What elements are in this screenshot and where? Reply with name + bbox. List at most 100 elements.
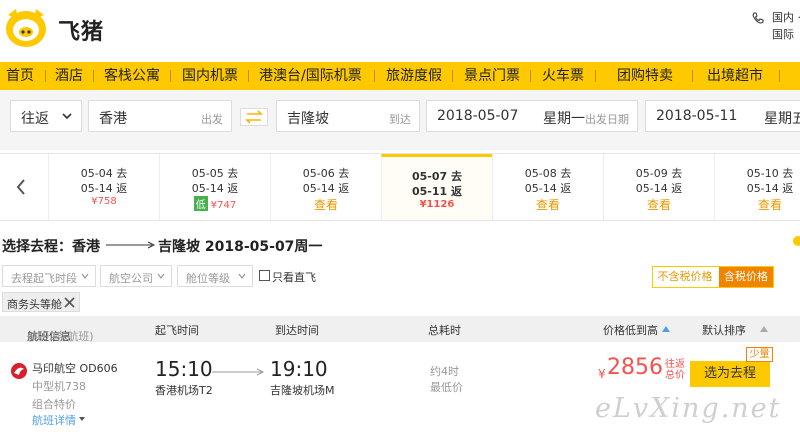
date-view-link[interactable]: 查看 [493, 196, 603, 213]
date-option[interactable]: 05-04 去 05-14 返 ¥758 [48, 154, 159, 220]
select-outbound-button[interactable]: 选为去程 [690, 361, 770, 387]
price-excl-tax-tab[interactable]: 不含税价格 [653, 267, 717, 287]
col-arrive-time[interactable]: 到达时间 [275, 322, 319, 338]
filter-airline[interactable]: 航空公司 [100, 265, 172, 287]
to-suffix: 到达 [389, 113, 411, 126]
nav-item-group-buy[interactable]: 团购特卖 [617, 62, 673, 90]
nav-item-duty-free[interactable]: 出境超市 [707, 62, 763, 90]
arrive-airport: 吉隆坡机场M [270, 384, 335, 397]
lowest-price-label: 最低价 [430, 381, 463, 394]
nav-divider [452, 70, 453, 82]
date-go: 05-04 去 [80, 167, 128, 180]
to-city-value: 吉隆坡 [287, 111, 329, 127]
depart-date-value: 2018-05-07 [437, 108, 519, 124]
region-domestic[interactable]: 国内 · [772, 10, 800, 26]
nav-item-intl-flights[interactable]: 港澳台/国际机票 [259, 62, 362, 90]
swap-cities-button[interactable] [240, 108, 268, 126]
filter-depart-time[interactable]: 去程起飞时段 [2, 265, 96, 287]
nav-divider [595, 70, 596, 82]
date-view-link[interactable]: 查看 [604, 196, 714, 213]
nav-item-tickets[interactable]: 景点门票 [464, 62, 520, 90]
direct-only-label[interactable]: 只看直飞 [272, 269, 316, 285]
arrow-right-icon [212, 368, 264, 376]
date-back: 05-14 返 [524, 182, 572, 195]
date-price-row: 低 ¥747 [160, 196, 270, 211]
price-incl-tax-tab[interactable]: 含税价格 [719, 267, 773, 287]
arrow-right-icon [106, 241, 156, 249]
chevron-down-icon [238, 273, 246, 279]
trip-type-select[interactable]: 往返 [10, 100, 82, 132]
date-option[interactable]: 05-08 去 05-14 返 查看 [492, 154, 603, 220]
filter-label: 去程起飞时段 [11, 272, 77, 285]
nav-item-inn[interactable]: 客栈公寓 [104, 62, 160, 90]
flight-detail-link[interactable]: 航班详情 [32, 412, 76, 428]
from-city-input[interactable]: 香港 出发 [88, 100, 232, 132]
flight-duration: 约4时 [430, 365, 459, 378]
airline-name: 马印航空 OD606 [32, 362, 118, 375]
route-destination: 吉隆坡 2018-05-07周一 [158, 236, 322, 256]
swap-icon [245, 110, 263, 124]
date-go: 05-10 去 [746, 167, 794, 180]
filter-cabin-class[interactable]: 舱位等级 [177, 265, 253, 287]
nav-divider [530, 70, 531, 82]
nav-divider [170, 70, 171, 82]
date-go: 05-07 去 [411, 170, 462, 183]
date-price: ¥758 [91, 196, 117, 207]
chevron-left-icon[interactable] [15, 178, 27, 196]
date-back: 05-11 返 [411, 185, 462, 198]
col-depart-time[interactable]: 起飞时间 [155, 322, 199, 338]
round-trip-total-note: 往返总价 [665, 359, 685, 381]
from-city-value: 香港 [99, 111, 127, 127]
nav-divider [93, 70, 94, 82]
col-default-sort[interactable]: 默认排序 [702, 322, 746, 338]
tax-toggle: 不含税价格 含税价格 [652, 266, 774, 288]
region-international[interactable]: 国际 [772, 27, 794, 43]
sort-asc-icon [662, 326, 670, 332]
direct-only-checkbox[interactable] [259, 270, 270, 281]
return-date-input[interactable]: 2018-05-11 星期五 [645, 100, 800, 132]
date-view-link[interactable]: 查看 [715, 196, 800, 213]
date-option[interactable]: 05-09 去 05-14 返 查看 [603, 154, 714, 220]
to-city-input[interactable]: 吉隆坡 到达 [276, 100, 420, 132]
filter-label: 航空公司 [109, 272, 153, 285]
nav-item-train[interactable]: 火车票 [542, 62, 584, 90]
date-option[interactable]: 05-05 去 05-14 返 低 ¥747 [159, 154, 270, 220]
date-back: 05-14 返 [302, 182, 350, 195]
date-option[interactable]: 05-06 去 05-14 返 查看 [270, 154, 381, 220]
nav-item-home[interactable]: 首页 [6, 62, 34, 90]
chevron-down-icon [81, 273, 89, 279]
from-suffix: 出发 [201, 113, 223, 126]
depart-weekday: 星期一 [543, 111, 585, 127]
sort-asc-icon [760, 326, 768, 332]
date-option[interactable]: 05-10 去 05-14 返 查看 [714, 154, 800, 220]
return-date-value: 2018-05-11 [656, 108, 738, 124]
close-icon[interactable] [63, 296, 76, 309]
date-back: 05-14 返 [191, 182, 239, 195]
depart-airport: 香港机场T2 [155, 384, 213, 397]
price-currency: ¥ [598, 367, 606, 381]
nav-divider [692, 70, 693, 82]
search-bar: 往返 香港 出发 吉隆坡 到达 2018-05-07 星期一 出发日期 2018… [0, 90, 800, 150]
filter-label: 舱位等级 [186, 272, 230, 285]
date-option-selected[interactable]: 05-07 去 05-11 返 ¥1126 [381, 154, 492, 220]
date-price: ¥747 [210, 200, 237, 211]
col-duration[interactable]: 总耗时 [428, 322, 461, 338]
nav-item-hotel[interactable]: 酒店 [55, 62, 83, 90]
nav-item-domestic-flights[interactable]: 国内机票 [182, 62, 238, 90]
caret-down-icon [79, 417, 85, 421]
date-strip: 05-04 去 05-14 返 ¥758 05-05 去 05-14 返 低 ¥7… [0, 153, 800, 221]
date-price: ¥1126 [419, 199, 455, 210]
depart-date-input[interactable]: 2018-05-07 星期一 出发日期 [426, 100, 638, 132]
return-weekday: 星期五 [764, 111, 800, 127]
col-price-sort[interactable]: 价格低到高 [603, 322, 658, 338]
date-view-link[interactable]: 查看 [271, 196, 381, 213]
nav-item-vacation[interactable]: 旅游度假 [386, 62, 442, 90]
date-back: 05-14 返 [746, 182, 794, 195]
scroll-indicator[interactable] [793, 236, 800, 246]
brand-name[interactable]: 飞猪 [58, 14, 104, 46]
date-go: 05-08 去 [524, 167, 572, 180]
date-go: 05-05 去 [191, 167, 239, 180]
main-nav: 首页 酒店 客栈公寓 国内机票 港澳台/国际机票 旅游度假 景点门票 火车票 团… [0, 62, 800, 90]
pig-logo-icon[interactable] [4, 5, 52, 49]
date-go: 05-09 去 [635, 167, 683, 180]
